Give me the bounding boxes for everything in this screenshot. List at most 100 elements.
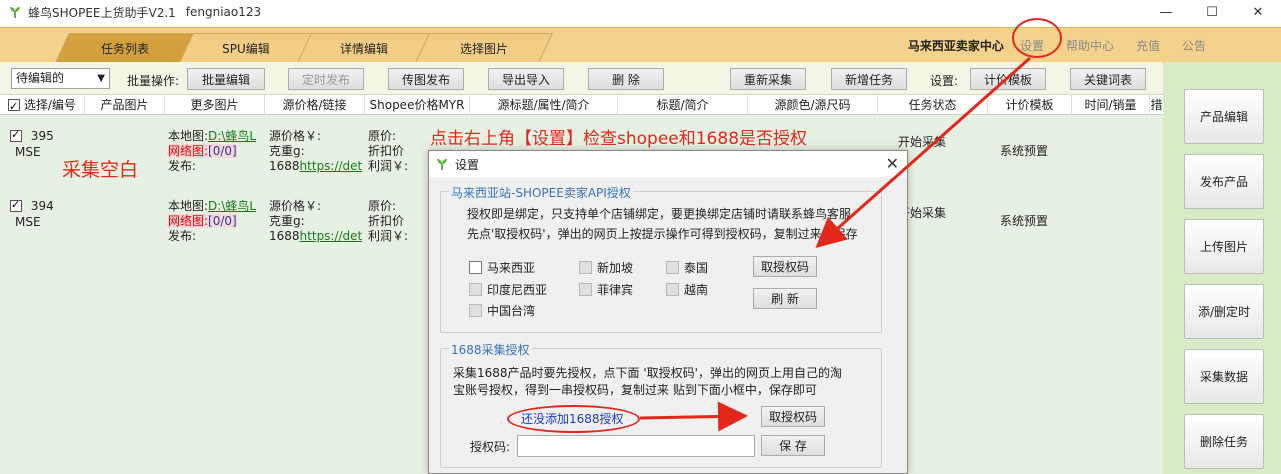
country-checkbox-th[interactable]: 泰国 [666, 259, 708, 276]
right-sidebar: 产品编辑 发布产品 上传图片 添/删定时 采集数据 删除任务 [1163, 62, 1281, 474]
row-checkbox[interactable] [10, 198, 22, 212]
shopee-get-code-button[interactable]: 取授权码 [753, 256, 817, 277]
publish-product-button[interactable]: 发布产品 [1184, 154, 1264, 209]
toolbar: 待编辑的 ▼ 批量操作: 批量编辑 定时发布 传图发布 导出导入 删 除 重新采集… [0, 62, 1163, 95]
dialog-title-bar: 设置 ✕ [429, 151, 907, 177]
local-image-link[interactable]: D:\蜂鸟L [208, 129, 256, 143]
instruction-annotation: 点击右上角【设置】检查shopee和1688是否授权 [430, 129, 808, 149]
empty-collect-annotation: 采集空白 [62, 159, 139, 181]
col-more-images: 更多图片 [165, 95, 265, 115]
shopee-group-title: 马来西亚站-SHOPEE卖家API授权 [449, 184, 633, 201]
delete-task-button[interactable]: 删除任务 [1184, 414, 1264, 469]
app-logo-icon [435, 157, 449, 171]
export-import-button[interactable]: 导出导入 [488, 68, 564, 90]
chevron-down-icon: ▼ [97, 73, 105, 84]
shopee-refresh-button[interactable]: 刷 新 [753, 288, 817, 309]
title-bar: 蜂鸟SHOPEE上货助手V2.1 fengniao123 — ☐ ✕ [0, 0, 1281, 24]
shopee-desc-2: 先点'取授权码'，弹出的网页上按提示操作可得到授权码，复制过来并保存 [467, 227, 858, 241]
row-id: 395 [30, 129, 54, 143]
product-edit-button[interactable]: 产品编辑 [1184, 89, 1264, 144]
col-source-color: 源颜色/源尺码 [748, 95, 878, 115]
maximize-button[interactable]: ☐ [1189, 0, 1235, 24]
publish-cell: 发布: [168, 229, 197, 243]
tab-spu-edit[interactable]: SPU编辑 [186, 33, 306, 63]
country-checkbox-ph[interactable]: 菲律宾 [579, 281, 633, 298]
ali-save-button[interactable]: 保 存 [761, 435, 825, 456]
table-row[interactable]: 395 [10, 128, 54, 143]
price-template: 系统预置 [1000, 144, 1049, 158]
discount-price-cell: 折扣价 [368, 144, 405, 158]
weight-cell: 克重g: [269, 214, 305, 228]
status-filter-select[interactable]: 待编辑的 ▼ [11, 68, 110, 89]
delete-button[interactable]: 删 除 [588, 68, 664, 90]
net-image-cell: 网络图:[0/0] [168, 214, 237, 228]
tab-task-list[interactable]: 任务列表 [62, 33, 188, 63]
ali-desc-2: 宝账号授权，得到一串授权码，复制过来 贴到下面小框中，保存即可 [453, 383, 817, 397]
weight-cell: 克重g: [269, 144, 305, 158]
recharge-link[interactable]: 充值 [1136, 37, 1160, 54]
help-center-link[interactable]: 帮助中心 [1066, 37, 1114, 54]
recollect-button[interactable]: 重新采集 [730, 68, 806, 90]
col-select[interactable]: 选择/编号 [0, 95, 85, 117]
col-shopee-price: Shopee价格MYR [365, 95, 470, 115]
keywords-button[interactable]: 关键词表 [1070, 68, 1146, 90]
task-status: 开始采集 [898, 135, 947, 149]
ali-auth-group: 1688采集授权 采集1688产品时要先授权，点下面 '取授权码'，弹出的网页上… [440, 341, 882, 468]
schedule-toggle-button[interactable]: 添/删定时 [1184, 284, 1264, 339]
window-user: fengniao123 [185, 5, 262, 19]
upload-images-button[interactable]: 上传图片 [1184, 219, 1264, 274]
app-logo-icon [8, 5, 22, 19]
col-more: 措 [1150, 98, 1163, 112]
new-task-button[interactable]: 新增任务 [831, 68, 907, 90]
local-image-cell: 本地图:D:\蜂鸟L [168, 199, 257, 213]
country-checkbox-vn[interactable]: 越南 [666, 281, 708, 298]
row-checkbox[interactable] [10, 128, 22, 142]
row-id: 394 [30, 199, 54, 213]
country-checkbox-sg[interactable]: 新加坡 [579, 259, 633, 276]
discount-price-cell: 折扣价 [368, 214, 405, 228]
shop-center-link[interactable]: 马来西亚卖家中心 [908, 37, 1004, 54]
select-all-checkbox[interactable] [8, 97, 20, 117]
dialog-close-button[interactable]: ✕ [886, 154, 899, 173]
shopee-desc-1: 授权即是绑定，只支持单个店铺绑定，要更换绑定店铺时请联系蜂鸟客服 [467, 207, 852, 221]
auth-code-label: 授权码: [470, 440, 511, 454]
notice-link[interactable]: 公告 [1182, 37, 1206, 54]
tab-detail-edit[interactable]: 详情编辑 [304, 33, 424, 63]
minimize-button[interactable]: — [1143, 0, 1189, 24]
settings-dialog: 设置 ✕ 马来西亚站-SHOPEE卖家API授权 授权即是绑定，只支持单个店铺绑… [428, 150, 908, 474]
country-checkbox-tw[interactable]: 中国台湾 [469, 302, 535, 319]
auth-code-input[interactable] [517, 435, 755, 457]
country-checkbox-my[interactable]: 马来西亚 [469, 259, 535, 276]
schedule-publish-button[interactable]: 定时发布 [288, 68, 364, 90]
publish-cell: 发布: [168, 159, 197, 173]
price-template-button[interactable]: 计价模板 [970, 68, 1046, 90]
orig-price-cell: 原价: [368, 129, 397, 143]
shopee-auth-group: 马来西亚站-SHOPEE卖家API授权 授权即是绑定，只支持单个店铺绑定，要更换… [440, 184, 882, 333]
table-header: 选择/编号 产品图片 更多图片 源价格/链接 Shopee价格MYR 源标题/属… [0, 95, 1163, 117]
col-source-title: 源标题/属性/简介 [470, 95, 618, 115]
col-title: 标题/简介 [618, 95, 748, 115]
col-product-image: 产品图片 [85, 95, 165, 115]
profit-cell: 利润￥: [368, 159, 409, 173]
upload-publish-button[interactable]: 传图发布 [388, 68, 464, 90]
tab-select-images[interactable]: 选择图片 [422, 33, 546, 63]
close-button[interactable]: ✕ [1235, 0, 1281, 24]
ali-get-code-button[interactable]: 取授权码 [761, 406, 825, 427]
ali-group-title: 1688采集授权 [449, 341, 532, 358]
collect-data-button[interactable]: 采集数据 [1184, 349, 1264, 404]
profit-cell: 利润￥: [368, 229, 409, 243]
local-image-link[interactable]: D:\蜂鸟L [208, 199, 256, 213]
source-link[interactable]: https://det [300, 159, 363, 173]
link-cell: 1688https://det [269, 159, 363, 173]
table-row[interactable]: 394 [10, 198, 54, 213]
row-site: MSE [15, 145, 41, 159]
settings-label: 设置: [930, 74, 959, 88]
col-time-sales: 时间/销量 [1072, 95, 1150, 115]
price-template: 系统预置 [1000, 214, 1049, 228]
source-link[interactable]: https://det [300, 229, 363, 243]
col-price-template: 计价模板 [988, 95, 1072, 115]
src-price-cell: 源价格￥: [269, 129, 322, 143]
country-checkbox-id[interactable]: 印度尼西亚 [469, 281, 547, 298]
batch-label: 批量操作: [127, 74, 180, 88]
batch-edit-button[interactable]: 批量编辑 [187, 68, 265, 90]
